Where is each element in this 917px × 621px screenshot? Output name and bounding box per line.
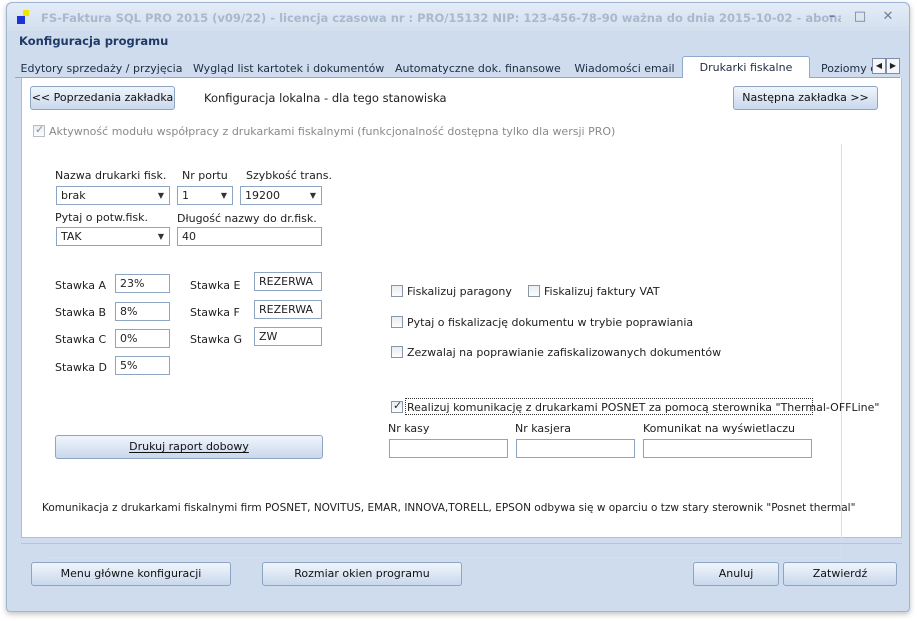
rate-e-input[interactable]: REZERWA bbox=[254, 272, 322, 291]
chevron-down-icon: ▼ bbox=[309, 191, 316, 200]
rate-b-label: Stawka B bbox=[55, 306, 106, 319]
cancel-button[interactable]: Anuluj bbox=[693, 562, 779, 586]
rate-c-label: Stawka C bbox=[55, 333, 107, 346]
rate-a-input[interactable]: 23% bbox=[115, 274, 170, 293]
allow-edit-fiscalized-checkbox[interactable] bbox=[391, 346, 403, 358]
cashier-number-input[interactable] bbox=[516, 439, 635, 458]
speed-label: Szybkość trans. bbox=[246, 169, 333, 182]
app-icon bbox=[17, 10, 31, 24]
name-length-input[interactable]: 40 bbox=[177, 227, 322, 246]
info-text: Komunikacja z drukarkami fiskalnymi firm… bbox=[42, 502, 856, 514]
posnet-offline-checkbox[interactable] bbox=[391, 399, 403, 413]
printer-name-label: Nazwa drukarki fisk. bbox=[55, 169, 167, 182]
confirm-fisc-label: Pytaj o potw.fisk. bbox=[55, 211, 149, 224]
tab-scroll-right-icon[interactable]: ▶ bbox=[886, 58, 900, 74]
module-active-label: Aktywność modułu współpracy z drukarkami… bbox=[49, 125, 616, 138]
section-title: Konfiguracja lokalna - dla tego stanowis… bbox=[204, 91, 447, 105]
config-title: Konfiguracja programu bbox=[19, 34, 169, 48]
module-active-checkbox[interactable] bbox=[33, 123, 45, 137]
main-menu-button[interactable]: Menu główne konfiguracji bbox=[31, 562, 231, 586]
minimize-icon[interactable]: – bbox=[825, 9, 839, 24]
speed-select[interactable]: 19200 ▼ bbox=[240, 186, 322, 205]
chevron-down-icon: ▼ bbox=[220, 191, 227, 200]
register-number-label: Nr kasy bbox=[388, 422, 430, 435]
tab-auto-finance-docs[interactable]: Automatyczne dok. finansowe bbox=[395, 58, 561, 78]
window-size-button[interactable]: Rozmiar okien programu bbox=[262, 562, 462, 586]
tab-strip: Edytory sprzedaży / przyjęcia Wygląd lis… bbox=[15, 56, 900, 79]
name-length-label: Długość nazwy do dr.fisk. bbox=[177, 212, 317, 225]
rate-d-input[interactable]: 5% bbox=[115, 356, 170, 375]
rate-b-input[interactable]: 8% bbox=[115, 302, 170, 321]
fisc-invoices-label: Fiskalizuj faktury VAT bbox=[544, 285, 660, 298]
tab-list-appearance[interactable]: Wygląd list kartotek i dokumentów bbox=[193, 58, 384, 78]
rate-d-label: Stawka D bbox=[55, 361, 107, 374]
posnet-offline-label: Realizuj komunikację z drukarkami POSNET… bbox=[407, 401, 880, 414]
title-bar: FS-Faktura SQL PRO 2015 (v09/22) - licen… bbox=[7, 3, 909, 31]
register-number-input[interactable] bbox=[389, 439, 508, 458]
tab-sales-editors[interactable]: Edytory sprzedaży / przyjęcia bbox=[19, 58, 184, 78]
rate-g-label: Stawka G bbox=[190, 333, 242, 346]
config-window: FS-Faktura SQL PRO 2015 (v09/22) - licen… bbox=[6, 2, 910, 612]
footer-divider bbox=[21, 543, 902, 544]
chevron-down-icon: ▼ bbox=[157, 191, 164, 200]
fisc-receipts-checkbox[interactable] bbox=[391, 285, 403, 297]
next-tab-button[interactable]: Następna zakładka >> bbox=[733, 86, 878, 110]
rate-g-input[interactable]: ZW bbox=[254, 327, 322, 346]
rate-f-label: Stawka F bbox=[190, 306, 240, 319]
printer-name-select[interactable]: brak ▼ bbox=[56, 186, 170, 205]
maximize-icon[interactable]: □ bbox=[853, 9, 867, 24]
ask-on-correction-checkbox[interactable] bbox=[391, 316, 403, 328]
rate-a-label: Stawka A bbox=[55, 279, 106, 292]
confirm-button[interactable]: Zatwierdź bbox=[783, 562, 897, 586]
prev-tab-button[interactable]: << Poprzedania zakładka bbox=[30, 86, 175, 110]
chevron-down-icon: ▼ bbox=[157, 232, 164, 241]
rate-e-label: Stawka E bbox=[190, 279, 241, 292]
rate-f-input[interactable]: REZERWA bbox=[254, 300, 322, 319]
tab-scroll-left-icon[interactable]: ◀ bbox=[872, 58, 886, 74]
tab-email-messages[interactable]: Wiadomości email bbox=[567, 58, 682, 78]
tab-fiscal-printers[interactable]: Drukarki fiskalne bbox=[682, 56, 810, 79]
display-message-input[interactable] bbox=[643, 439, 812, 458]
confirm-fisc-select[interactable]: TAK ▼ bbox=[56, 227, 170, 246]
port-label: Nr portu bbox=[182, 169, 228, 182]
display-message-label: Komunikat na wyświetlaczu bbox=[643, 422, 796, 435]
cashier-number-label: Nr kasjera bbox=[515, 422, 571, 435]
ask-on-correction-label: Pytaj o fiskalizację dokumentu w trybie … bbox=[407, 316, 694, 329]
print-daily-report-button[interactable]: Drukuj raport dobowy bbox=[55, 435, 323, 459]
allow-edit-fiscalized-label: Zezwalaj na poprawianie zafiskalizowanyc… bbox=[407, 346, 722, 359]
window-title: FS-Faktura SQL PRO 2015 (v09/22) - licen… bbox=[41, 11, 841, 25]
fiscal-printers-panel: << Poprzedania zakładka Konfiguracja lok… bbox=[21, 78, 902, 558]
tab-price-levels[interactable]: Poziomy cen bbox=[815, 58, 873, 78]
rate-c-input[interactable]: 0% bbox=[115, 329, 170, 348]
port-select[interactable]: 1 ▼ bbox=[177, 186, 233, 205]
close-icon[interactable]: ✕ bbox=[881, 9, 895, 24]
fisc-invoices-checkbox[interactable] bbox=[528, 285, 540, 297]
fisc-receipts-label: Fiskalizuj paragony bbox=[407, 285, 512, 298]
